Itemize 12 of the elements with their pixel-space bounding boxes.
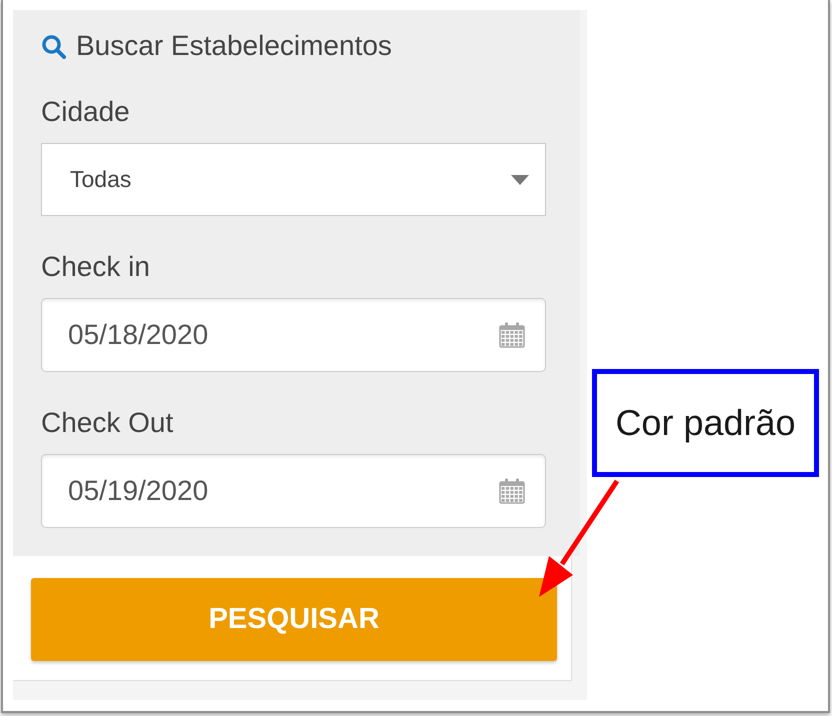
field-label: Check Out <box>41 407 174 439</box>
date-field[interactable]: 05/18/2020 <box>41 298 546 372</box>
calendar-icon <box>499 322 525 348</box>
calendar-icon <box>499 478 525 504</box>
search-icon <box>41 34 66 58</box>
panel-title: Buscar Estabelecimentos <box>76 29 392 63</box>
city-select[interactable]: Todas <box>41 143 546 216</box>
field-label: Cidade <box>41 96 130 128</box>
date-field[interactable]: 05/19/2020 <box>41 454 546 528</box>
field-label: Check in <box>41 251 150 283</box>
caret-icon <box>511 174 529 184</box>
annotation-callout: Cor padrão <box>592 369 819 477</box>
